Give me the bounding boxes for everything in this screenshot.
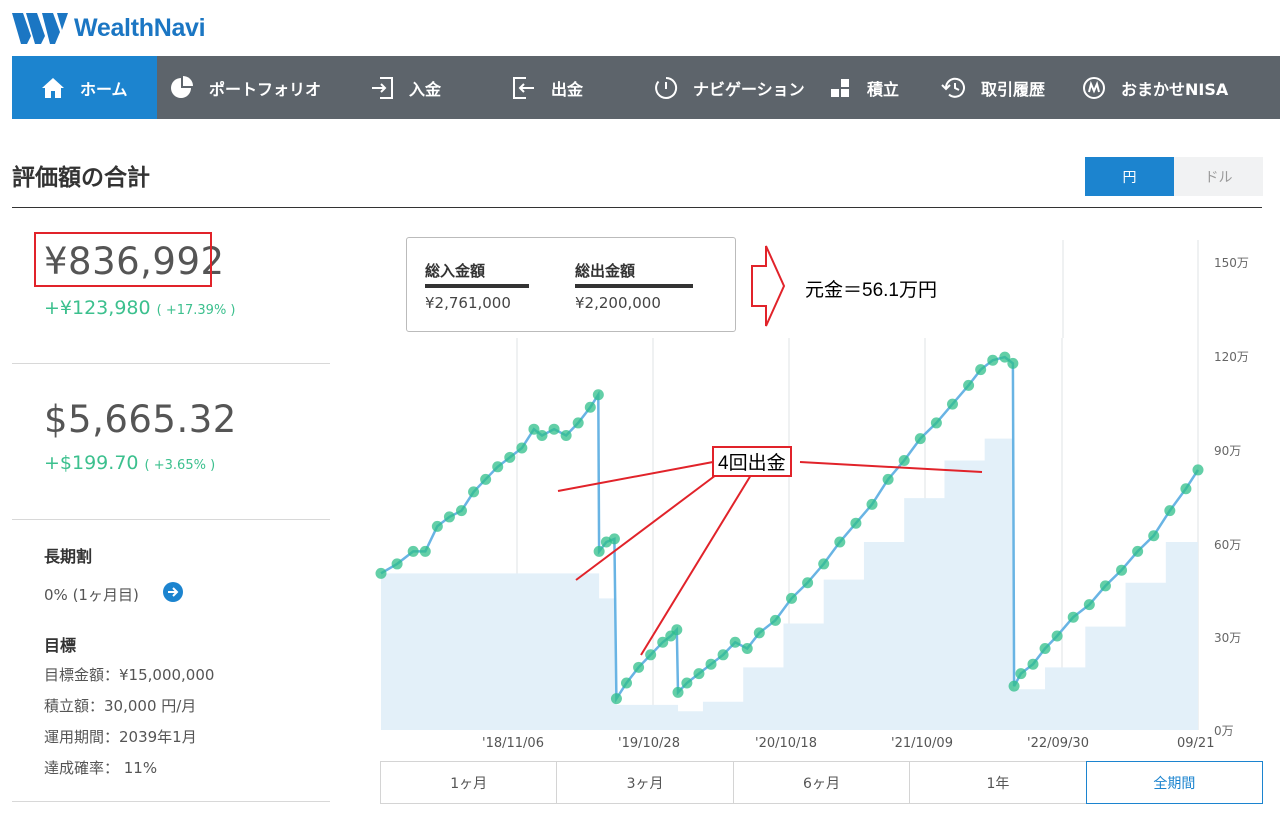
x-tick-label: 09/21 xyxy=(1177,736,1215,751)
data-point xyxy=(480,473,492,485)
deposit-line-swatch xyxy=(425,284,529,288)
data-point xyxy=(729,636,741,648)
data-point xyxy=(492,461,504,473)
withdrawal-pointer-line xyxy=(575,474,717,581)
data-point xyxy=(1015,668,1027,680)
withdrawal-pointer-line xyxy=(640,474,752,656)
x-tick-label: '18/11/06 xyxy=(482,736,544,751)
data-point xyxy=(1164,505,1176,517)
data-point xyxy=(987,354,999,366)
period-6-month-button[interactable]: 6ヶ月 xyxy=(732,761,911,804)
data-point xyxy=(455,505,467,517)
total-withdraw-label: 総出金額 xyxy=(575,262,636,280)
data-point xyxy=(1008,680,1020,692)
data-point xyxy=(560,429,572,441)
withdraw-line-swatch xyxy=(575,284,693,288)
data-point xyxy=(834,536,846,548)
data-point xyxy=(1132,545,1144,557)
data-point xyxy=(671,624,683,636)
data-point xyxy=(621,677,633,689)
y-tick-label: 0万 xyxy=(1214,724,1234,738)
data-point xyxy=(898,455,910,467)
data-point xyxy=(584,401,596,413)
data-point xyxy=(407,545,419,557)
data-point xyxy=(786,592,798,604)
data-point xyxy=(419,545,431,557)
data-point xyxy=(1148,530,1160,542)
period-all-button[interactable]: 全期間 xyxy=(1085,761,1264,804)
x-tick-label: '21/10/09 xyxy=(891,736,953,751)
data-point xyxy=(633,661,645,673)
data-point xyxy=(672,686,684,698)
data-point xyxy=(468,486,480,498)
total-withdraw-value: ¥2,200,000 xyxy=(575,294,661,312)
data-point xyxy=(592,389,604,401)
data-point xyxy=(1180,483,1192,495)
data-point xyxy=(946,398,958,410)
data-point xyxy=(593,545,605,557)
data-point xyxy=(681,677,693,689)
x-tick-label: '19/10/28 xyxy=(618,736,680,751)
x-tick-label: '20/10/18 xyxy=(755,736,817,751)
y-tick-label: 30万 xyxy=(1214,631,1242,645)
data-point xyxy=(608,533,620,545)
data-point xyxy=(1099,580,1111,592)
data-point xyxy=(610,693,622,705)
data-point xyxy=(1007,357,1019,369)
data-point xyxy=(818,558,830,570)
data-point xyxy=(1116,564,1128,576)
period-1-month-button[interactable]: 1ヶ月 xyxy=(380,761,558,804)
data-point xyxy=(1067,611,1079,623)
data-point xyxy=(693,668,705,680)
y-tick-label: 90万 xyxy=(1214,444,1242,458)
period-selector: 1ヶ月 3ヶ月 6ヶ月 1年 全期間 xyxy=(380,761,1264,804)
period-1-year-button[interactable]: 1年 xyxy=(909,761,1087,804)
period-3-month-button[interactable]: 3ヶ月 xyxy=(556,761,734,804)
chart-legend: 総入金額 ¥2,761,000 総出金額 ¥2,200,000 xyxy=(406,237,736,332)
data-point xyxy=(975,364,987,376)
data-point xyxy=(1192,464,1204,476)
data-point xyxy=(963,379,975,391)
data-point xyxy=(741,643,753,655)
principal-annotation: 元金＝56.1万円 xyxy=(805,280,937,301)
data-point xyxy=(705,658,717,670)
data-point xyxy=(1083,599,1095,611)
x-tick-label: '22/09/30 xyxy=(1027,736,1089,751)
data-point xyxy=(536,429,548,441)
data-point xyxy=(1039,643,1051,655)
data-point xyxy=(443,511,455,523)
right-arrow-icon xyxy=(751,245,786,327)
total-deposit-value: ¥2,761,000 xyxy=(425,294,511,312)
data-point xyxy=(504,451,516,463)
data-point xyxy=(375,567,387,579)
data-point xyxy=(548,423,560,435)
data-point xyxy=(516,442,528,454)
withdrawal-pointer-line xyxy=(557,461,714,492)
total-deposit-label: 総入金額 xyxy=(425,262,486,280)
data-point xyxy=(914,433,926,445)
data-point xyxy=(391,558,403,570)
data-point xyxy=(1027,658,1039,670)
withdrawal-annotation: 4回出金 xyxy=(712,446,792,477)
data-point xyxy=(866,498,878,510)
data-point xyxy=(572,417,584,429)
y-tick-label: 120万 xyxy=(1214,350,1249,364)
data-point xyxy=(1051,630,1063,642)
y-tick-label: 60万 xyxy=(1214,538,1242,552)
data-point xyxy=(882,473,894,485)
data-point xyxy=(769,614,781,626)
data-point xyxy=(753,627,765,639)
data-point xyxy=(645,649,657,661)
data-point xyxy=(431,520,443,532)
valuation-chart xyxy=(375,240,1204,730)
data-point xyxy=(850,517,862,529)
data-point xyxy=(930,417,942,429)
data-point xyxy=(717,649,729,661)
data-point xyxy=(802,577,814,589)
y-tick-label: 150万 xyxy=(1214,256,1249,270)
